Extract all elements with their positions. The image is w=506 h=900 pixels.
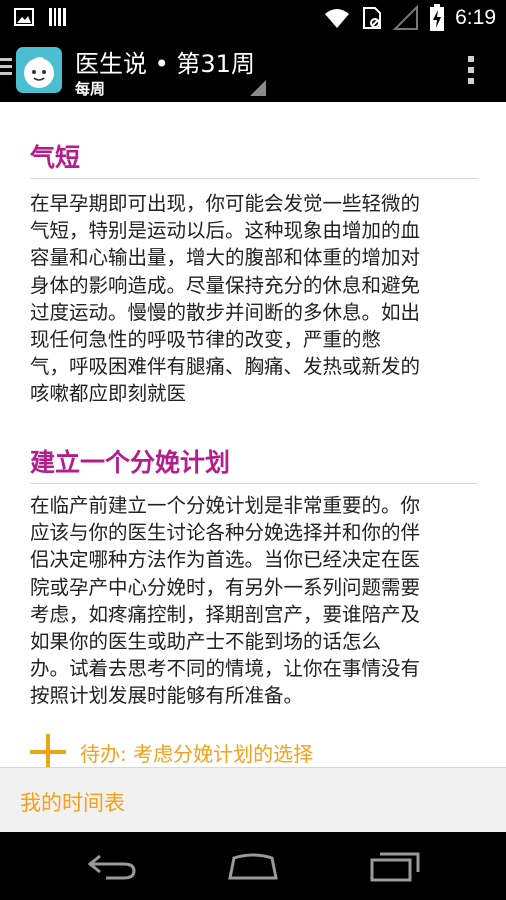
barcode-icon [49, 8, 66, 26]
text-line: 容量和心输出量，增大的腹部和体重的增加对 [30, 246, 421, 270]
todo-label[interactable]: 待办: 考虑分娩计划的选择 [80, 738, 313, 767]
section-title: 建立一个分娩计划 [30, 448, 231, 477]
signal-icon [393, 5, 419, 30]
text-line: 气短，特别是运动以后。这种现象由增加的血 [30, 219, 421, 243]
action-bar: 医生说 • 第31周 每周 [0, 36, 506, 102]
text-line: 如果你的医生或助产士不能到场的话怎么 [30, 630, 382, 654]
section-divider [30, 178, 478, 179]
text-line: 现任何急性的呼吸节律的改变，严重的憋 [30, 328, 382, 352]
text-line: 气，呼吸困难伴有腿痛、胸痛、发热或新发的 [30, 355, 421, 379]
drawer-icon[interactable] [0, 58, 12, 78]
battery-charging-icon [430, 4, 445, 31]
text-line: 过度运动。慢慢的散步并间断的多休息。如出 [30, 300, 421, 324]
status-bar: 6:19 [0, 0, 506, 36]
text-line: 按照计划发展时能够有所准备。 [30, 684, 304, 708]
text-line: 考虑，如疼痛控制，择期剖宫产，要谁陪产及 [30, 602, 421, 626]
section-divider [30, 483, 478, 484]
article-content[interactable]: 气短 在早孕期即可出现，你可能会发觉一些轻微的 气短，特别是运动以后。这种现象由… [0, 102, 506, 767]
bottom-tab[interactable]: 我的时间表 [0, 767, 506, 832]
my-timeline-label[interactable]: 我的时间表 [20, 787, 125, 817]
section-title: 气短 [30, 143, 81, 172]
section-body: 在临产前建立一个分娩计划是非常重要的。你 应该与你的医生讨论各种分娩选择并和你的… [30, 492, 482, 710]
todo-item[interactable]: 待办: 考虑分娩计划的选择 [30, 734, 313, 767]
wifi-icon [325, 9, 350, 28]
home-icon[interactable] [226, 850, 280, 882]
text-line: 在临产前建立一个分娩计划是非常重要的。你 [30, 494, 421, 517]
text-line: 咳嗽都应即刻就医 [30, 382, 187, 406]
status-time: 6:19 [455, 6, 496, 29]
text-line: 身体的影响造成。尽量保持充分的休息和避免 [30, 273, 421, 297]
plus-icon[interactable] [30, 734, 66, 767]
spinner-corner-icon[interactable] [250, 80, 266, 96]
baby-face-icon[interactable] [16, 47, 62, 93]
overflow-menu-icon[interactable] [468, 56, 474, 84]
no-sim-icon [363, 7, 382, 29]
text-line: 在早孕期即可出现，你可能会发觉一些轻微的 [30, 192, 421, 215]
page-title: 医生说 • 第31周 [75, 50, 255, 78]
text-line: 应该与你的医生讨论各种分娩选择并和你的伴 [30, 521, 421, 545]
nav-bar [0, 832, 506, 900]
back-icon[interactable] [86, 850, 138, 882]
page-subtitle[interactable]: 每周 [75, 78, 105, 99]
section-body: 在早孕期即可出现，你可能会发觉一些轻微的 气短，特别是运动以后。这种现象由增加的… [30, 190, 482, 408]
text-line: 侣决定哪种方法作为首选。当你已经决定在医 [30, 548, 421, 572]
image-icon [14, 8, 34, 26]
text-line: 院或孕产中心分娩时，有另外一系列问题需要 [30, 575, 421, 599]
recent-apps-icon[interactable] [370, 850, 420, 882]
text-line: 办。试着去思考不同的情境，让你在事情没有 [30, 657, 421, 681]
